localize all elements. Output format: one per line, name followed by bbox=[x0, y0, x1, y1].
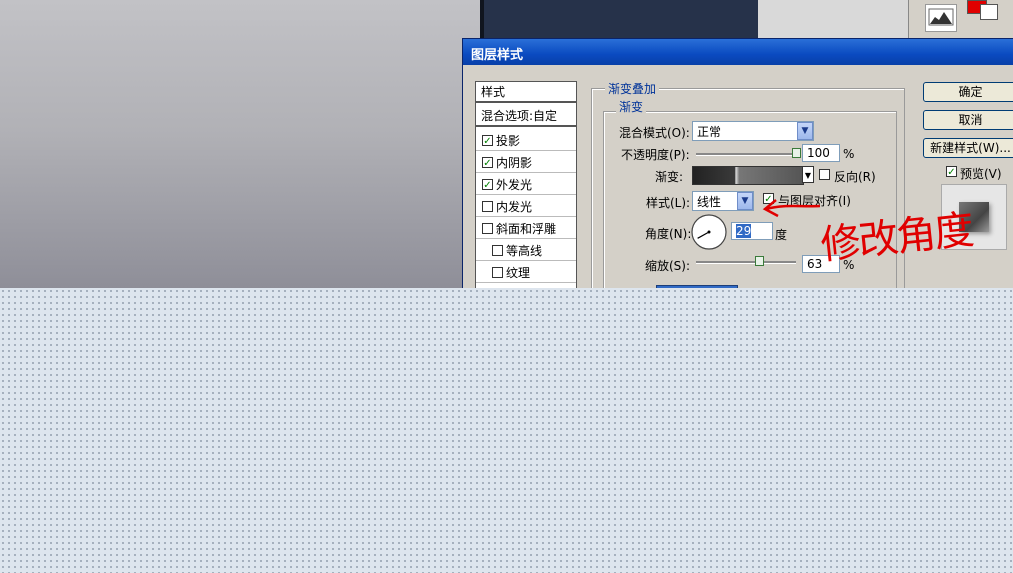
angle-label: 角度(N): bbox=[645, 227, 692, 241]
gradient-preview[interactable] bbox=[692, 166, 804, 185]
scale-label: 缩放(S): bbox=[645, 259, 691, 273]
blend-options-label: 混合选项:自定 bbox=[481, 109, 558, 123]
angle-field[interactable]: 29 bbox=[731, 222, 773, 240]
style-list-item[interactable]: 等高线 bbox=[476, 240, 576, 261]
gradient-subgroup-title: 渐变 bbox=[616, 98, 647, 115]
ok-button[interactable]: 确定 bbox=[923, 82, 1013, 102]
scale-slider-thumb[interactable] bbox=[755, 256, 764, 266]
ok-button-label: 确定 bbox=[958, 85, 983, 99]
scale-slider-track[interactable] bbox=[696, 261, 796, 264]
new-style-button-label: 新建样式(W)... bbox=[930, 141, 1011, 155]
red-arrow-annotation bbox=[762, 199, 821, 218]
style-item-label: 投影 bbox=[496, 133, 521, 148]
style-list-item[interactable]: 纹理 bbox=[476, 262, 576, 283]
style-label: 样式(L): bbox=[646, 196, 691, 210]
blend-mode-value: 正常 bbox=[697, 125, 722, 139]
style-item-checkbox[interactable]: ✓ bbox=[482, 178, 493, 191]
opacity-field[interactable]: 100 bbox=[802, 144, 840, 162]
style-item-label: 等高线 bbox=[506, 243, 543, 258]
angle-unit: 度 bbox=[775, 228, 788, 242]
style-item-label: 纹理 bbox=[506, 265, 531, 280]
reverse-label: 反向(R) bbox=[834, 170, 876, 184]
cancel-button-label: 取消 bbox=[958, 113, 983, 127]
angle-dial[interactable] bbox=[690, 213, 728, 251]
reverse-checkbox[interactable] bbox=[819, 169, 830, 180]
style-value: 线性 bbox=[697, 195, 722, 209]
style-item-checkbox[interactable]: ✓ bbox=[482, 134, 493, 147]
style-list-item[interactable]: ✓ 外发光 bbox=[476, 174, 576, 195]
background-panel-dark bbox=[480, 0, 762, 40]
dialog-title: 图层样式 bbox=[471, 48, 524, 63]
style-item-checkbox[interactable] bbox=[482, 200, 493, 212]
opacity-value: 100 bbox=[807, 146, 830, 160]
new-style-button[interactable]: 新建样式(W)... bbox=[923, 138, 1013, 158]
chevron-down-icon[interactable]: ▼ bbox=[737, 192, 753, 210]
style-list-header-label: 样式 bbox=[481, 85, 506, 99]
style-item-checkbox[interactable] bbox=[482, 222, 493, 234]
style-list-item[interactable]: ✓ 内阴影 bbox=[476, 152, 576, 173]
preview-checkbox[interactable]: ✓ bbox=[946, 166, 957, 178]
style-list-item[interactable]: 内发光 bbox=[476, 196, 576, 217]
cancel-button[interactable]: 取消 bbox=[923, 110, 1013, 130]
style-list: 样式 混合选项:自定 ✓ 投影 ✓ 内阴影 ✓ 外发光 内发光 斜面和浮雕 等高线 纹理 bbox=[475, 81, 577, 289]
gradient-label: 渐变: bbox=[655, 170, 684, 184]
document-canvas bbox=[0, 0, 480, 290]
blend-mode-label: 混合模式(O): bbox=[619, 126, 690, 140]
empty-canvas-area bbox=[0, 288, 1013, 573]
background-color-swatch[interactable] bbox=[980, 4, 998, 20]
style-item-checkbox[interactable] bbox=[492, 266, 503, 278]
chevron-down-icon[interactable]: ▼ bbox=[797, 122, 813, 140]
style-item-label: 内阴影 bbox=[496, 155, 533, 170]
background-panel-gray bbox=[758, 0, 908, 40]
style-list-item[interactable]: ✓ 投影 bbox=[476, 130, 576, 151]
angle-value: 29 bbox=[736, 224, 752, 238]
style-item-label: 斜面和浮雕 bbox=[496, 221, 557, 236]
style-item-checkbox[interactable]: ✓ bbox=[482, 156, 493, 169]
style-item-checkbox[interactable] bbox=[492, 244, 503, 256]
scale-value: 63 bbox=[807, 257, 823, 271]
style-item-label: 内发光 bbox=[496, 199, 533, 214]
histogram-icon[interactable] bbox=[925, 4, 957, 32]
style-item-label: 外发光 bbox=[496, 177, 533, 192]
blend-options-item[interactable]: 混合选项:自定 bbox=[476, 106, 576, 127]
opacity-slider-thumb[interactable] bbox=[792, 148, 801, 158]
dialog-title-bar[interactable]: 图层样式 bbox=[463, 39, 1013, 65]
gradient-dropdown-icon[interactable]: ▼ bbox=[802, 166, 814, 183]
opacity-slider-track[interactable] bbox=[696, 153, 796, 156]
style-list-item[interactable]: 斜面和浮雕 bbox=[476, 218, 576, 239]
style-list-header[interactable]: 样式 bbox=[476, 82, 576, 103]
gradient-overlay-title: 渐变叠加 bbox=[605, 80, 660, 97]
opacity-label: 不透明度(P): bbox=[621, 148, 690, 162]
opacity-unit: % bbox=[843, 147, 855, 161]
blend-mode-select[interactable]: 正常 bbox=[692, 121, 814, 141]
preview-label: 预览(V) bbox=[960, 167, 1002, 181]
